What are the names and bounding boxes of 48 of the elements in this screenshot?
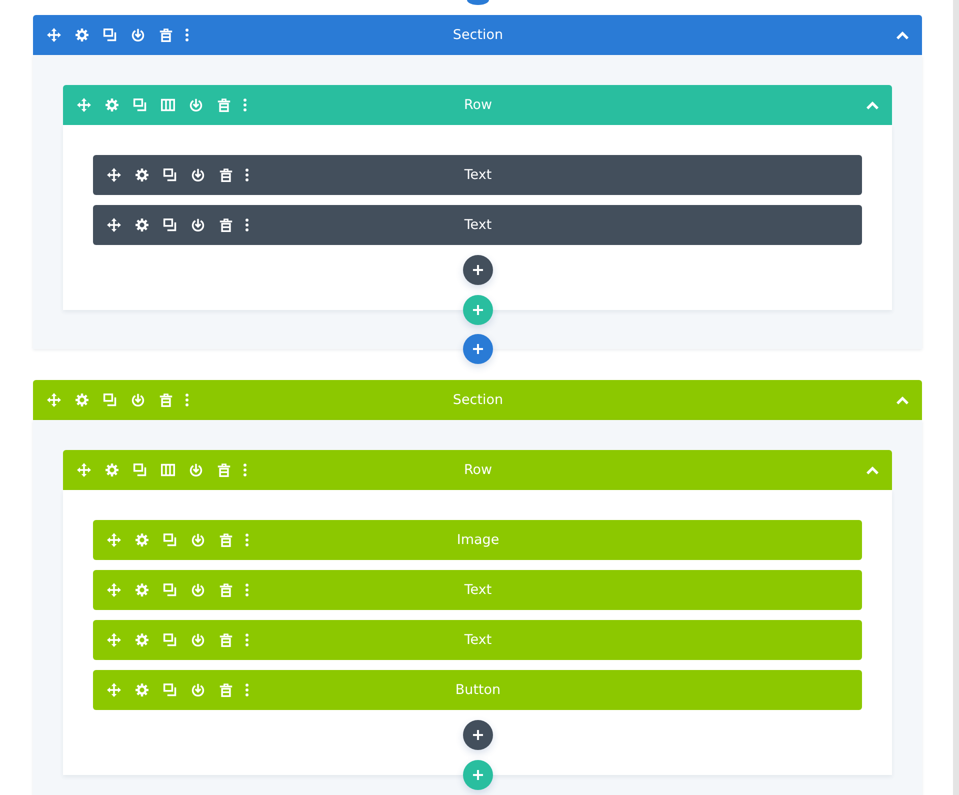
trash-icon[interactable]: [219, 218, 233, 232]
section-title: Section: [452, 392, 504, 408]
collapse-icon[interactable]: [866, 466, 878, 474]
add-section-button[interactable]: [466, 0, 488, 5]
settings-icon[interactable]: [75, 28, 89, 42]
plus-icon: [472, 770, 482, 780]
module-title: Button: [455, 682, 501, 698]
module-title: Text: [464, 582, 492, 598]
download-icon[interactable]: [131, 28, 145, 42]
plus-icon: [472, 730, 482, 740]
more-vertical-icon[interactable]: [245, 218, 249, 232]
plus-icon: [472, 344, 482, 354]
collapse-icon[interactable]: [896, 30, 908, 40]
settings-icon[interactable]: [135, 218, 149, 232]
collapse-icon[interactable]: [896, 396, 908, 404]
more-vertical-icon[interactable]: [185, 28, 189, 42]
plus-icon: [472, 265, 482, 275]
module-title: Image: [456, 532, 500, 548]
more-vertical-icon[interactable]: [245, 168, 249, 182]
row-header[interactable]: Row: [63, 450, 892, 490]
trash-icon[interactable]: [219, 168, 233, 182]
duplicate-icon[interactable]: [103, 28, 117, 42]
add-module-button[interactable]: [462, 255, 492, 285]
section-title: Section: [452, 27, 504, 43]
columns-icon[interactable]: [161, 463, 175, 477]
add-module-button[interactable]: [462, 720, 492, 750]
settings-icon[interactable]: [135, 168, 149, 182]
download-icon[interactable]: [191, 168, 205, 182]
row-title: Row: [464, 462, 492, 478]
module-title: Text: [464, 217, 492, 233]
row-header[interactable]: Row: [63, 85, 892, 125]
move-icon[interactable]: [107, 168, 121, 182]
trash-icon[interactable]: [159, 28, 173, 42]
move-icon[interactable]: [47, 28, 61, 42]
row-title: Row: [464, 97, 492, 113]
module-bar[interactable]: Text: [93, 205, 862, 245]
download-icon[interactable]: [191, 218, 205, 232]
module-title: Text: [464, 167, 492, 183]
duplicate-icon[interactable]: [163, 218, 177, 232]
module-bar[interactable]: Text: [93, 155, 862, 195]
collapse-icon[interactable]: [866, 100, 878, 110]
module-title: Text: [464, 632, 492, 648]
plus-icon: [472, 305, 482, 315]
columns-icon[interactable]: [161, 98, 175, 112]
section-header[interactable]: Section: [33, 380, 922, 420]
section-header[interactable]: Section: [33, 15, 922, 55]
move-icon[interactable]: [107, 218, 121, 232]
duplicate-icon[interactable]: [163, 168, 177, 182]
